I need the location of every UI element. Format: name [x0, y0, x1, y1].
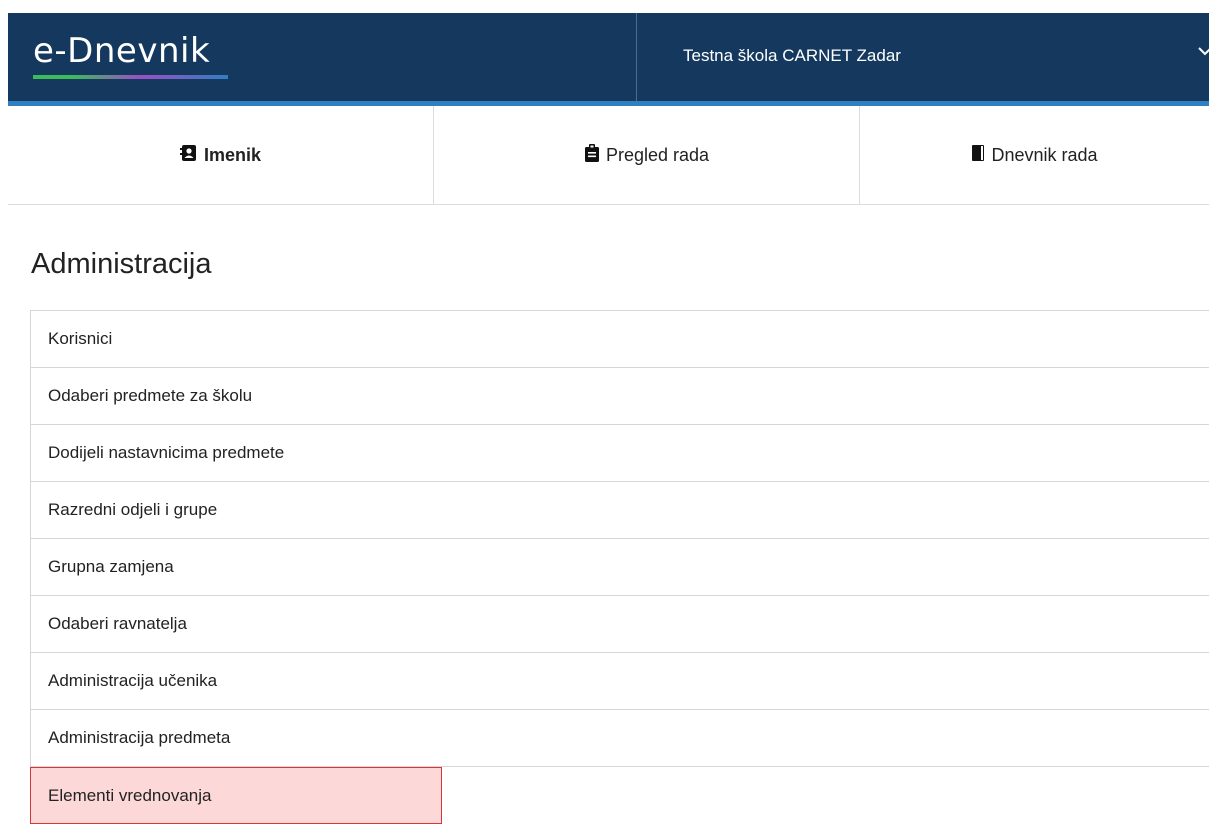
menu-item-razredni-odjeli[interactable]: Razredni odjeli i grupe [30, 482, 1209, 539]
tab-label: Imenik [203, 144, 262, 165]
tab-pregled-rada[interactable]: Pregled rada [434, 106, 860, 204]
top-header: e-Dnevnik Testna škola CARNET Zadar [8, 13, 1209, 106]
menu-item-dodijeli-predmete[interactable]: Dodijeli nastavnicima predmete [30, 425, 1209, 482]
admin-menu-list: Korisnici Odaberi predmete za školu Dodi… [30, 310, 1209, 824]
app-logo[interactable]: e-Dnevnik [33, 31, 210, 71]
main-tabs: Imenik Pregled rada Dnevnik rada [8, 106, 1209, 205]
menu-item-administracija-ucenika[interactable]: Administracija učenika [30, 653, 1209, 710]
menu-item-korisnici[interactable]: Korisnici [30, 311, 1209, 368]
chevron-down-icon[interactable] [1198, 43, 1209, 61]
menu-item-administracija-predmeta[interactable]: Administracija predmeta [30, 710, 1209, 767]
header-divider [636, 13, 637, 101]
menu-item-odaberi-ravnatelja[interactable]: Odaberi ravnatelja [30, 596, 1209, 653]
menu-item-elementi-vrednovanja[interactable]: Elementi vrednovanja [30, 767, 442, 824]
address-book-icon [179, 144, 204, 167]
menu-item-odaberi-predmete[interactable]: Odaberi predmete za školu [30, 368, 1209, 425]
book-icon [971, 144, 991, 167]
clipboard-icon [584, 143, 606, 167]
tab-label: Pregled rada [605, 144, 710, 165]
logo-underline [33, 75, 228, 79]
tab-dnevnik-rada[interactable]: Dnevnik rada [860, 106, 1209, 204]
page-title: Administracija [31, 248, 212, 280]
school-selector[interactable]: Testna škola CARNET Zadar [683, 46, 901, 66]
tab-label: Dnevnik rada [991, 144, 1098, 165]
menu-item-grupna-zamjena[interactable]: Grupna zamjena [30, 539, 1209, 596]
tab-imenik[interactable]: Imenik [8, 106, 434, 204]
